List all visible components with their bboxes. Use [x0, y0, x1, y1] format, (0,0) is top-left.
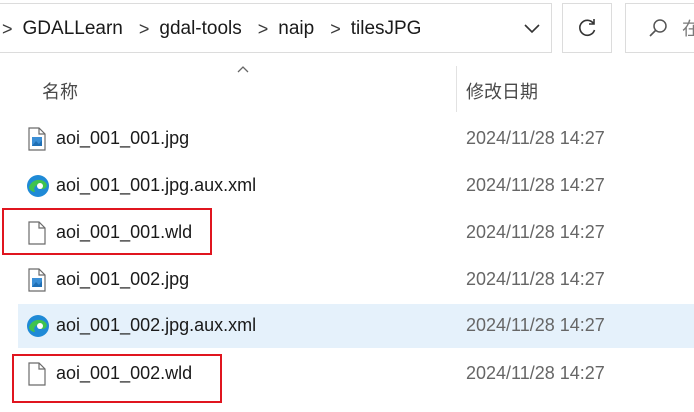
search-placeholder: 在: [682, 19, 694, 39]
file-date: 2024/11/28 14:27: [466, 128, 605, 148]
breadcrumb-item-gdal-tools[interactable]: gdal-tools: [159, 18, 241, 40]
file-date: 2024/11/28 14:27: [466, 222, 605, 242]
sort-ascending-icon: [237, 66, 249, 73]
file-date: 2024/11/28 14:27: [466, 363, 605, 383]
chevron-down-icon: [524, 24, 540, 34]
breadcrumb-separator[interactable]: >: [258, 20, 269, 38]
breadcrumb-separator[interactable]: >: [139, 20, 150, 38]
file-row[interactable]: aoi_001_001.jpg.aux.xml 2024/11/28 14:27: [18, 164, 694, 208]
breadcrumb-separator[interactable]: >: [330, 20, 341, 38]
file-name: aoi_001_002.jpg: [56, 269, 190, 289]
column-header: 名称 修改日期: [0, 64, 694, 114]
refresh-button[interactable]: [562, 3, 612, 53]
column-header-name[interactable]: 名称: [42, 78, 78, 104]
edge-xml-icon: [26, 174, 49, 198]
breadcrumb-separator[interactable]: >: [2, 20, 13, 38]
address-history-dropdown[interactable]: [512, 8, 552, 50]
breadcrumb-item-naip[interactable]: naip: [278, 18, 314, 40]
breadcrumb-item-tilesjpg[interactable]: tilesJPG: [351, 18, 422, 40]
jpg-file-icon: [26, 268, 48, 292]
search-icon: [649, 19, 667, 37]
list-item[interactable]: [18, 406, 694, 412]
edge-xml-icon: [26, 314, 49, 338]
search-input[interactable]: 在: [625, 3, 694, 53]
jpg-file-icon: [26, 127, 48, 151]
column-header-date-modified[interactable]: 修改日期: [466, 78, 538, 104]
file-name: aoi_001_001.wld: [56, 222, 193, 242]
file-name: aoi_001_002.wld: [56, 363, 193, 383]
file-row[interactable]: aoi_001_001.jpg 2024/11/28 14:27: [18, 117, 694, 161]
file-row[interactable]: aoi_001_002.jpg 2024/11/28 14:27: [18, 258, 694, 302]
blank-file-icon: [26, 362, 48, 386]
file-name: aoi_001_001.jpg.aux.xml: [56, 175, 257, 195]
file-row[interactable]: aoi_001_001.wld 2024/11/28 14:27: [18, 211, 694, 255]
file-name: aoi_001_001.jpg: [56, 128, 190, 148]
column-divider[interactable]: [456, 66, 457, 112]
file-row-hovered[interactable]: aoi_001_002.jpg.aux.xml 2024/11/28 14:27: [18, 304, 694, 348]
breadcrumb-item-gdallearn[interactable]: GDALLearn: [23, 18, 123, 40]
navigation-bar: > GDALLearn > gdal-tools > naip > tilesJ…: [0, 0, 694, 58]
address-bar[interactable]: > GDALLearn > gdal-tools > naip > tilesJ…: [0, 3, 552, 53]
blank-file-icon: [26, 221, 48, 245]
file-name: aoi_001_002.jpg.aux.xml: [56, 315, 257, 335]
refresh-icon: [579, 19, 596, 37]
breadcrumb: > GDALLearn > gdal-tools > naip > tilesJ…: [2, 4, 437, 54]
file-row[interactable]: aoi_001_002.wld 2024/11/28 14:27: [18, 352, 694, 396]
file-date: 2024/11/28 14:27: [466, 269, 605, 289]
file-date: 2024/11/28 14:27: [466, 175, 605, 195]
file-date: 2024/11/28 14:27: [466, 315, 605, 335]
